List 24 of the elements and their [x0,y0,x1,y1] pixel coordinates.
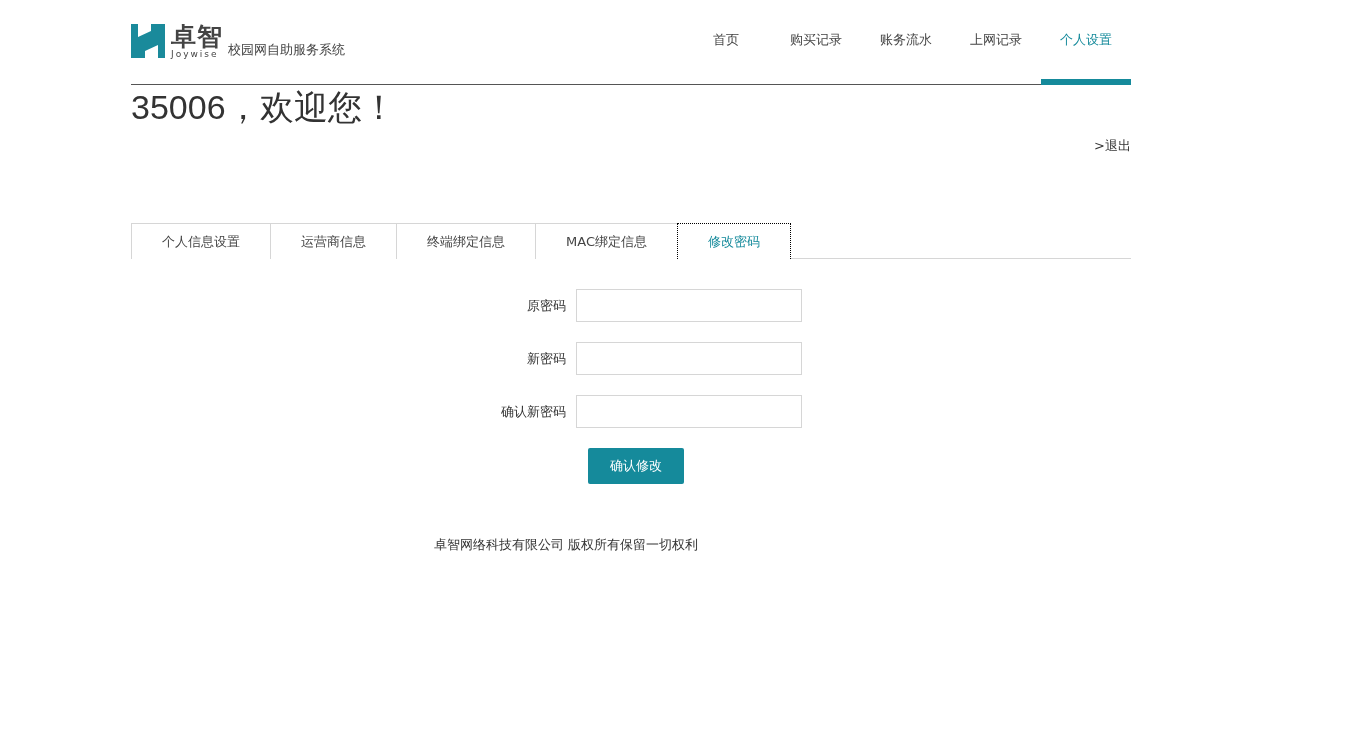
copyright-text: 卓智网络科技有限公司 版权所有保留一切权利 [433,537,699,552]
nav-link[interactable]: 首页 [681,31,771,85]
nav-link[interactable]: 购买记录 [771,31,861,85]
password-field[interactable] [576,342,802,375]
logout-link[interactable]: >退出 [1094,137,1131,155]
nav-link[interactable]: 上网记录 [951,31,1041,85]
password-field[interactable] [576,289,802,322]
logo-icon [131,24,165,58]
submit-button[interactable]: 确认修改 [588,448,684,484]
system-title: 校园网自助服务系统 [228,41,345,59]
nav-link[interactable]: 个人设置 [1041,31,1131,85]
tab[interactable]: MAC绑定信息 [535,223,677,259]
nav-link[interactable]: 账务流水 [861,31,951,85]
field-label: 原密码 [526,296,566,315]
logo-text: 卓智 [171,24,223,49]
tab[interactable]: 个人信息设置 [131,223,270,259]
field-label: 新密码 [526,349,566,368]
tab[interactable]: 修改密码 [676,223,791,259]
password-field[interactable] [576,395,802,428]
tab[interactable]: 终端绑定信息 [396,223,535,259]
welcome-heading: 35006，欢迎您！ [131,87,397,127]
field-label: 确认新密码 [500,402,566,421]
tab[interactable]: 运营商信息 [270,223,396,259]
logo-latin-text: Joywise [171,50,220,59]
